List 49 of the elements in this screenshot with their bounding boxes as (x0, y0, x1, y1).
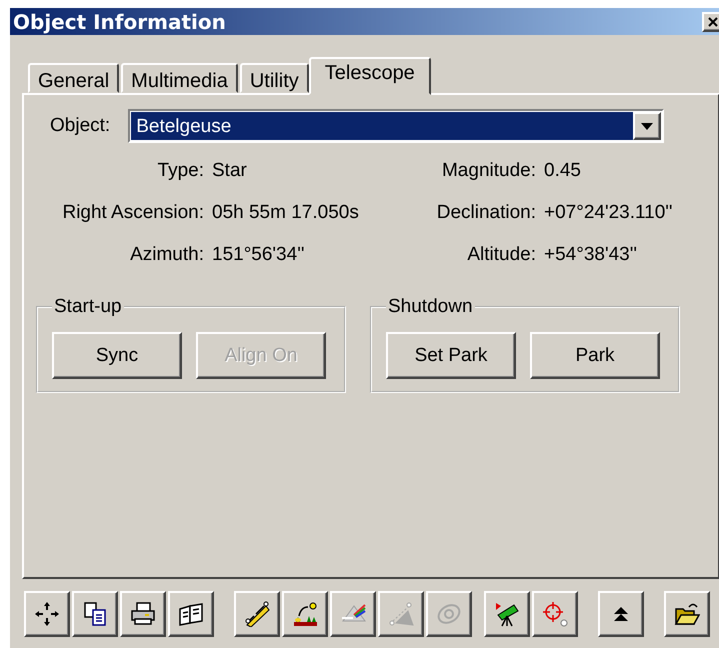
toolbar-button[interactable] (484, 591, 530, 637)
field-value: +54°38'43'' (544, 243, 638, 266)
object-label: Object: (50, 115, 110, 137)
printer-icon (130, 601, 156, 627)
action-button[interactable]: Set Park (386, 332, 516, 379)
open-folder-icon (674, 601, 700, 627)
tab[interactable]: Utility (240, 63, 309, 93)
group-title: Shutdown (387, 296, 474, 318)
toolbar-button[interactable] (168, 591, 214, 637)
field-label: Right Ascension: (61, 201, 204, 224)
group-title: Start-up (53, 296, 123, 318)
action-button[interactable]: Sync (52, 332, 182, 379)
toolbar-button[interactable] (282, 591, 328, 637)
close-icon (707, 16, 719, 28)
tab[interactable]: Multimedia (121, 63, 238, 93)
close-button[interactable] (702, 12, 719, 32)
field-value: 05h 55m 17.050s (212, 201, 360, 224)
crosshair-icon (542, 601, 568, 627)
measure-icon (388, 601, 414, 627)
field-label: Type: (156, 159, 204, 182)
field-value: +07°24'23.110'' (544, 201, 674, 224)
toolbar-button[interactable] (532, 591, 578, 637)
field-label: Declination: (436, 201, 536, 224)
dropdown-arrow-icon (641, 122, 654, 130)
toolbar-button[interactable] (664, 591, 710, 637)
field-label: Magnitude: (440, 159, 536, 182)
toolbar-button[interactable] (234, 591, 280, 637)
ruler-icon (244, 601, 270, 627)
landscape-icon (292, 601, 318, 627)
copy-icon (82, 601, 108, 627)
book-icon (178, 601, 204, 627)
four-arrows-icon (34, 601, 60, 627)
orbit-icon (436, 601, 462, 627)
field-value: 151°56'34'' (212, 243, 306, 266)
toolbar-button[interactable] (24, 591, 70, 637)
toolbar-button[interactable] (72, 591, 118, 637)
action-button[interactable]: Park (530, 332, 660, 379)
field-value: Star (212, 159, 248, 182)
toolbar-button[interactable] (330, 591, 376, 637)
field-value: 0.45 (544, 159, 582, 182)
field-label: Altitude: (466, 243, 536, 266)
field-label: Azimuth: (129, 243, 204, 266)
object-dropdown[interactable]: Betelgeuse (128, 109, 664, 143)
tab[interactable]: Telescope (308, 57, 431, 95)
window-title: Object Information (13, 10, 226, 34)
toolbar-button[interactable] (598, 591, 644, 637)
toolbar-button[interactable] (120, 591, 166, 637)
telescope-icon (494, 601, 520, 627)
tab[interactable]: General (28, 63, 120, 93)
